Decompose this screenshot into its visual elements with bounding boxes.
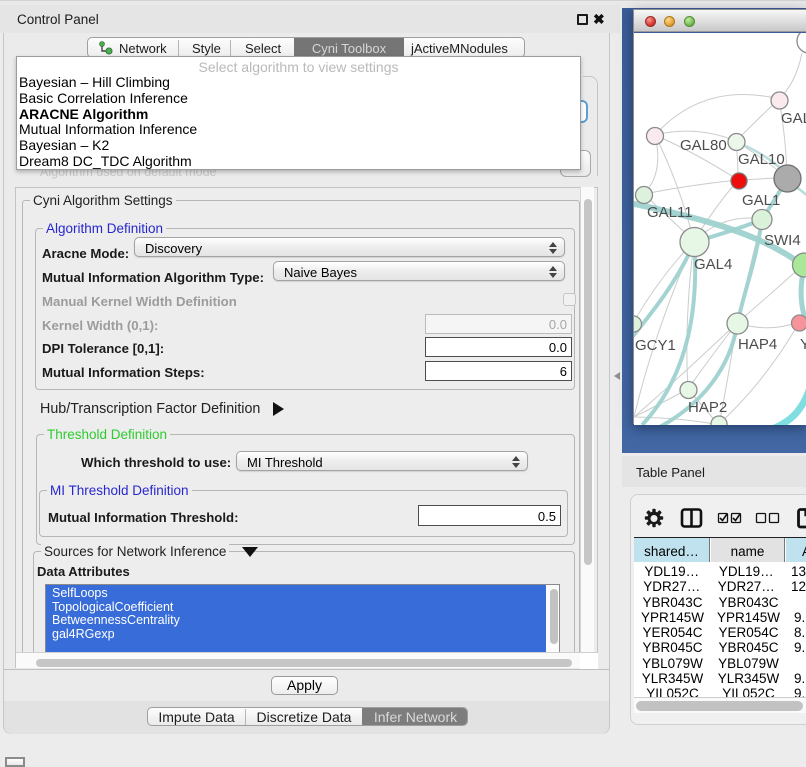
- svg-text:GAL7: GAL7: [781, 110, 806, 127]
- svg-text:GAL80: GAL80: [680, 137, 727, 154]
- svg-text:GAL10: GAL10: [738, 151, 785, 168]
- svg-text:Y: Y: [800, 336, 806, 353]
- svg-text:GAL1: GAL1: [742, 192, 780, 209]
- svg-text:GAL4: GAL4: [694, 256, 732, 273]
- svg-text:HAP2: HAP2: [688, 399, 727, 416]
- svg-text:SWI4: SWI4: [764, 232, 801, 249]
- svg-text:GAL11: GAL11: [647, 204, 693, 221]
- svg-text:GCY1: GCY1: [635, 337, 676, 354]
- svg-text:HAP4: HAP4: [738, 336, 777, 353]
